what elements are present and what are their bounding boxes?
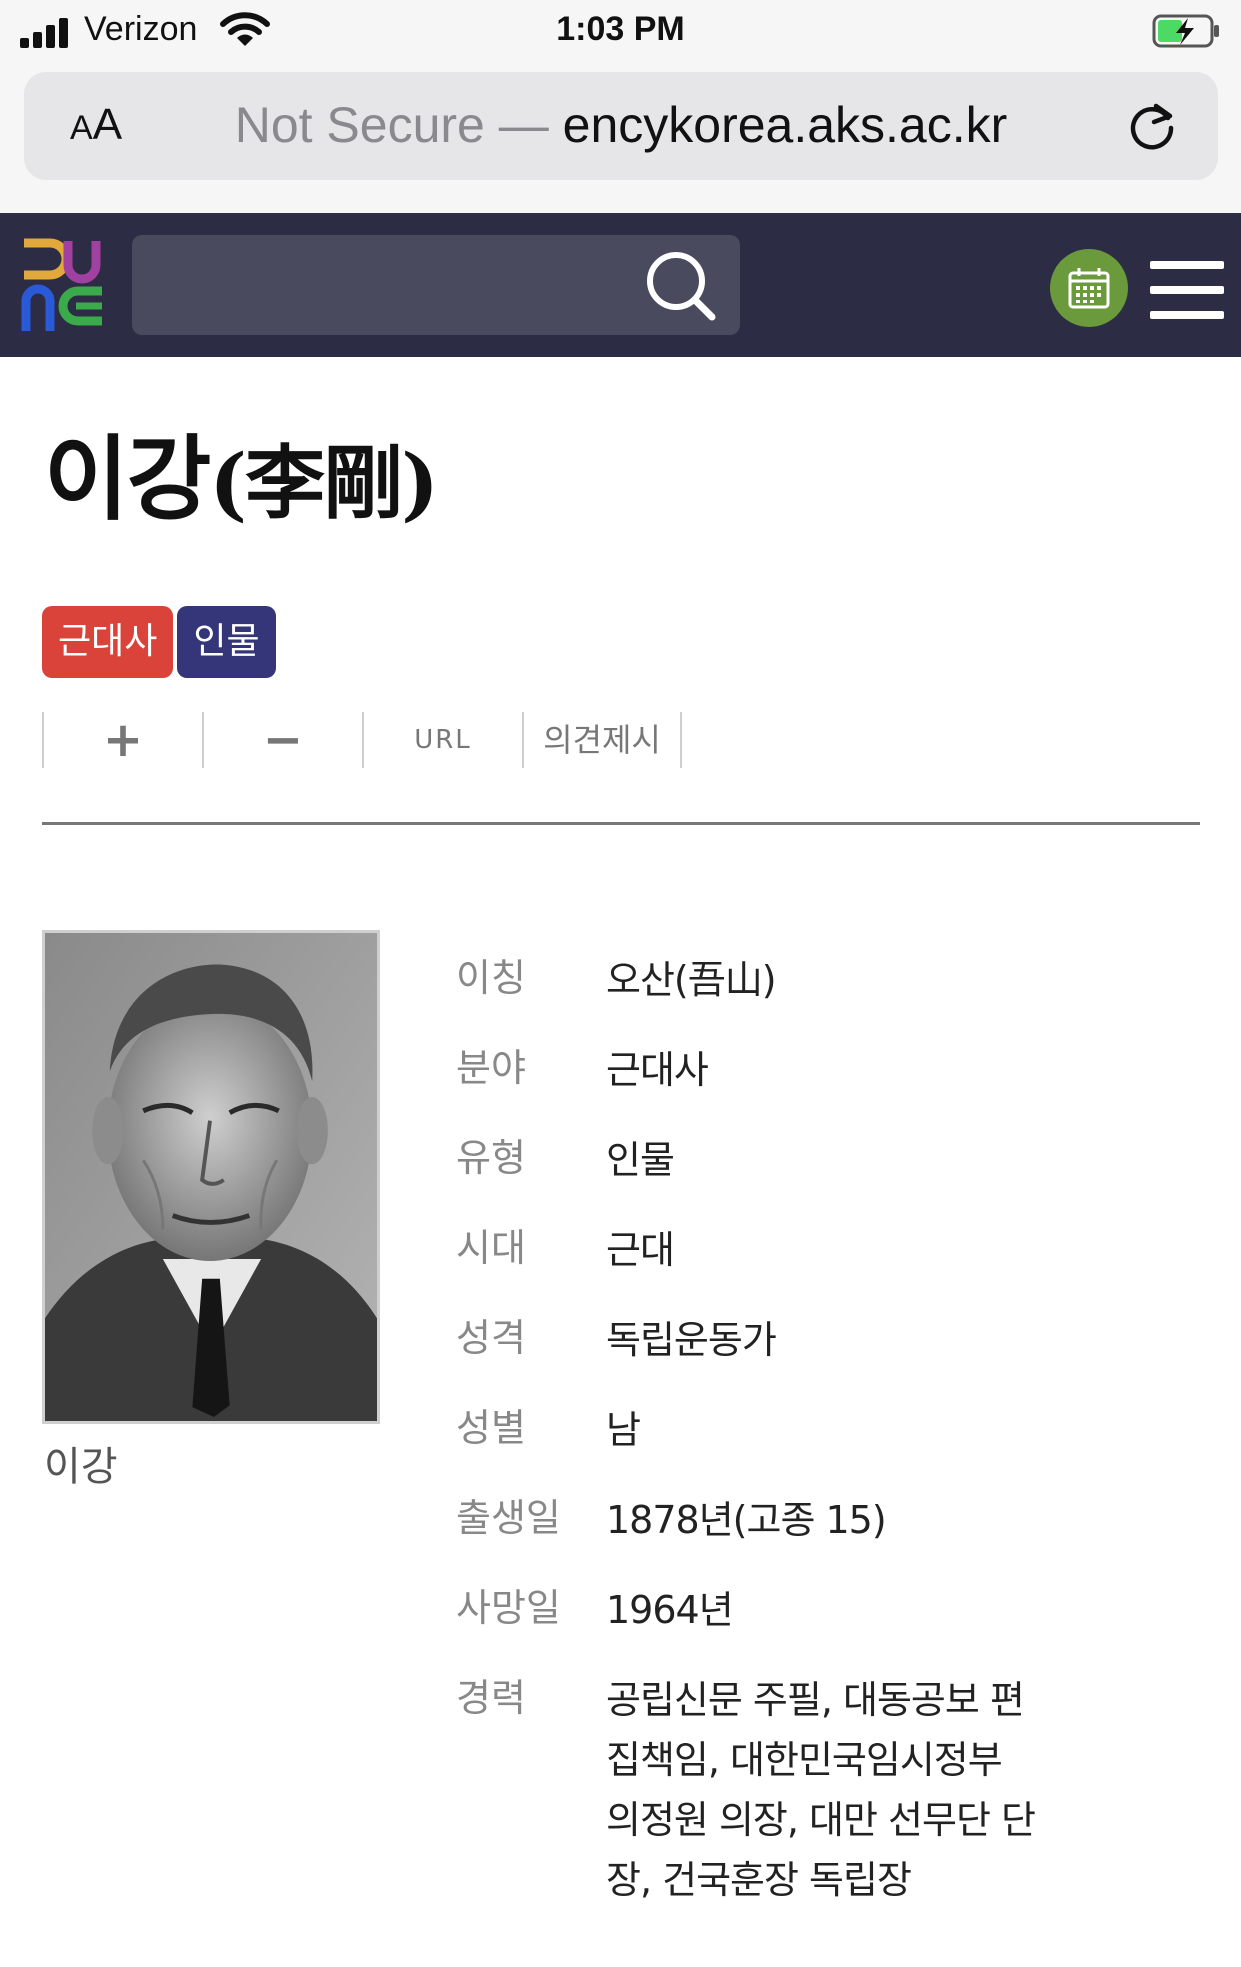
url-host: encykorea.aks.ac.kr [562, 97, 1008, 153]
reload-icon[interactable] [1124, 98, 1180, 154]
search-icon[interactable] [640, 245, 720, 325]
info-label: 이칭 [456, 956, 526, 1000]
font-decrease-button[interactable]: − [202, 712, 362, 768]
info-row: 성별 남 [456, 1400, 1216, 1490]
portrait-photo[interactable] [42, 930, 380, 1424]
info-row: 이칭 오산(吾山) [456, 950, 1216, 1040]
info-row: 출생일 1878년(고종 15) [456, 1490, 1216, 1580]
info-label: 사망일 [456, 1586, 561, 1630]
info-value: 남 [606, 1408, 641, 1452]
info-value: 근대 [606, 1228, 675, 1272]
info-row: 유형 인물 [456, 1130, 1216, 1220]
tag-modern-history[interactable]: 근대사 [42, 606, 174, 678]
info-label: 유형 [456, 1136, 526, 1180]
article-toolbar: + − URL 의견제시 [42, 712, 682, 768]
url-field[interactable]: AA Not Secure — encykorea.aks.ac.kr [24, 72, 1218, 180]
status-time: 1:03 PM [556, 10, 685, 48]
info-value: 인물 [606, 1138, 675, 1182]
info-value: 근대사 [606, 1048, 709, 1092]
title-korean: 이강 [44, 429, 211, 531]
url-display[interactable]: Not Secure — encykorea.aks.ac.kr [24, 96, 1218, 154]
info-row: 분야 근대사 [456, 1040, 1216, 1130]
page-title: 이강(李剛) [44, 405, 439, 538]
copy-url-button[interactable]: URL [362, 712, 522, 768]
browser-address-bar: AA Not Secure — encykorea.aks.ac.kr [0, 70, 1241, 213]
site-logo[interactable] [20, 235, 106, 335]
info-value: 1964년 [606, 1588, 734, 1632]
info-value: 오산(吾山) [606, 958, 777, 1002]
info-row: 시대 근대 [456, 1220, 1216, 1310]
not-secure-label: Not Secure — [234, 97, 549, 153]
info-label: 경력 [456, 1676, 526, 1720]
info-label: 출생일 [456, 1496, 561, 1540]
status-bar: Verizon 1:03 PM [0, 0, 1241, 70]
info-value: 공립신문 주필, 대동공보 편집책임, 대한민국임시정부 의정원 의장, 대만 … [606, 1678, 1036, 1902]
info-row: 경력 공립신문 주필, 대동공보 편집책임, 대한민국임시정부 의정원 의장, … [456, 1670, 1216, 1910]
calendar-icon [1068, 268, 1110, 309]
calendar-button[interactable] [1050, 249, 1128, 327]
font-increase-button[interactable]: + [42, 712, 202, 768]
feedback-button[interactable]: 의견제시 [522, 712, 682, 768]
hamburger-menu-icon[interactable] [1150, 261, 1224, 319]
info-label: 시대 [456, 1226, 526, 1270]
site-header [0, 213, 1241, 357]
info-row: 성격 독립운동가 [456, 1310, 1216, 1400]
portrait-caption: 이강 [44, 1444, 118, 1490]
divider [42, 822, 1200, 825]
info-value: 1878년(고종 15) [606, 1498, 887, 1542]
info-table: 이칭 오산(吾山) 분야 근대사 유형 인물 시대 근대 성격 독립운동가 성별… [456, 950, 1216, 1910]
info-value: 독립운동가 [606, 1318, 777, 1362]
tag-person[interactable]: 인물 [177, 606, 276, 678]
info-label: 분야 [456, 1046, 526, 1090]
search-input[interactable] [132, 235, 740, 335]
info-label: 성격 [456, 1316, 526, 1360]
title-hanja: (李剛) [209, 436, 439, 530]
battery-charging-icon [1152, 14, 1219, 48]
info-row: 사망일 1964년 [456, 1580, 1216, 1670]
info-label: 성별 [456, 1406, 526, 1450]
category-tags: 근대사 인물 [42, 606, 276, 678]
